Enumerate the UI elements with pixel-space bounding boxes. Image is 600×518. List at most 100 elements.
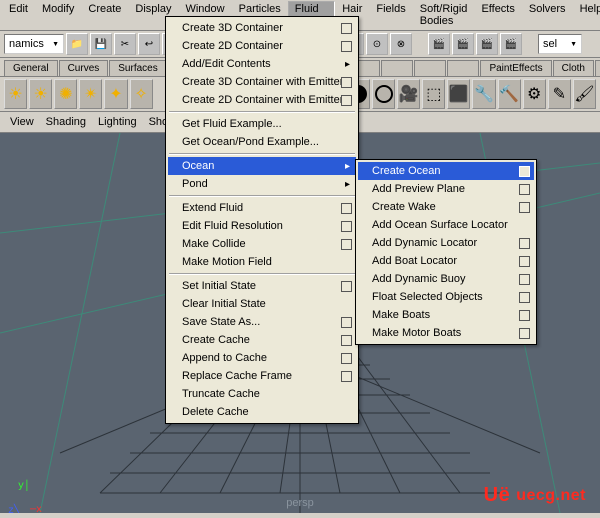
util-icon[interactable]: ⬛ — [447, 79, 470, 109]
options-box-icon[interactable] — [519, 202, 530, 213]
options-box-icon[interactable] — [341, 371, 352, 382]
options-box-icon[interactable] — [519, 184, 530, 195]
menu-item-add-dynamic-buoy[interactable]: Add Dynamic Buoy — [358, 270, 534, 288]
fluid-effects-menu[interactable]: Create 3D ContainerCreate 2D ContainerAd… — [165, 16, 359, 424]
options-box-icon[interactable] — [519, 238, 530, 249]
menu-item-add-ocean-surface-locator[interactable]: Add Ocean Surface Locator — [358, 216, 534, 234]
options-box-icon[interactable] — [341, 239, 352, 250]
snap-icon[interactable]: ⊙ — [366, 33, 388, 55]
tool-icon[interactable]: 📁 — [66, 33, 88, 55]
options-box-icon[interactable] — [341, 335, 352, 346]
util-icon[interactable]: ✎ — [548, 79, 571, 109]
menu-item-add-preview-plane[interactable]: Add Preview Plane — [358, 180, 534, 198]
shelf-tab-blank[interactable] — [381, 60, 413, 76]
shelf-tab-blank[interactable] — [414, 60, 446, 76]
menu-item-make-boats[interactable]: Make Boats — [358, 306, 534, 324]
util-icon[interactable]: ⚙ — [523, 79, 546, 109]
options-box-icon[interactable] — [519, 166, 530, 177]
shelf-tab-surfaces[interactable]: Surfaces — [109, 60, 166, 76]
options-box-icon[interactable] — [341, 23, 352, 34]
menu-item-set-initial-state[interactable]: Set Initial State — [168, 277, 356, 295]
panel-menu-shading[interactable]: Shading — [40, 114, 92, 130]
menu-soft-rigid-bodies[interactable]: Soft/Rigid Bodies — [413, 1, 475, 29]
options-box-icon[interactable] — [341, 77, 352, 88]
shelf-tab-cloth[interactable]: Cloth — [553, 60, 594, 76]
menu-item-create-d-container[interactable]: Create 2D Container — [168, 37, 356, 55]
options-box-icon[interactable] — [519, 256, 530, 267]
shelf-tab-fluids[interactable]: Fluids — [595, 60, 600, 76]
light-icon[interactable]: ✦ — [104, 79, 127, 109]
menu-item-float-selected-objects[interactable]: Float Selected Objects — [358, 288, 534, 306]
tool-icon[interactable]: ✂ — [114, 33, 136, 55]
options-box-icon[interactable] — [341, 203, 352, 214]
snap-icon[interactable]: ⊗ — [390, 33, 412, 55]
light-icon[interactable]: ☀ — [29, 79, 52, 109]
menu-item-truncate-cache[interactable]: Truncate Cache — [168, 385, 356, 403]
menu-item-create-d-container-with-emitter[interactable]: Create 3D Container with Emitter — [168, 73, 356, 91]
options-box-icon[interactable] — [519, 310, 530, 321]
light-icon[interactable]: ✴ — [79, 79, 102, 109]
menu-item-pond[interactable]: Pond — [168, 175, 356, 193]
tool-icon[interactable]: ↩ — [138, 33, 160, 55]
util-icon[interactable]: 🎥 — [397, 79, 420, 109]
shelf-tab-general[interactable]: General — [4, 60, 58, 76]
options-box-icon[interactable] — [519, 274, 530, 285]
tool-icon[interactable]: 💾 — [90, 33, 112, 55]
menu-item-delete-cache[interactable]: Delete Cache — [168, 403, 356, 421]
render-icon[interactable]: 🎬 — [500, 33, 522, 55]
menu-item-make-collide[interactable]: Make Collide — [168, 235, 356, 253]
menu-item-make-motion-field[interactable]: Make Motion Field — [168, 253, 356, 271]
util-icon[interactable]: 🔧 — [472, 79, 495, 109]
menu-item-create-d-container-with-emitter[interactable]: Create 2D Container with Emitter — [168, 91, 356, 109]
util-icon[interactable]: 🔨 — [498, 79, 521, 109]
menu-item-create-d-container[interactable]: Create 3D Container — [168, 19, 356, 37]
menu-item-make-motor-boats[interactable]: Make Motor Boats — [358, 324, 534, 342]
menu-item-get-fluid-example[interactable]: Get Fluid Example... — [168, 115, 356, 133]
panel-menu-view[interactable]: View — [4, 114, 40, 130]
shader-icon[interactable] — [372, 79, 395, 109]
menu-item-create-wake[interactable]: Create Wake — [358, 198, 534, 216]
menu-item-add-boat-locator[interactable]: Add Boat Locator — [358, 252, 534, 270]
options-box-icon[interactable] — [519, 292, 530, 303]
menu-item-add-edit-contents[interactable]: Add/Edit Contents — [168, 55, 356, 73]
menu-item-create-cache[interactable]: Create Cache — [168, 331, 356, 349]
util-icon[interactable]: ⬚ — [422, 79, 445, 109]
menu-item-create-ocean[interactable]: Create Ocean — [358, 162, 534, 180]
render-icon[interactable]: 🎬 — [428, 33, 450, 55]
options-box-icon[interactable] — [341, 317, 352, 328]
menu-item-replace-cache-frame[interactable]: Replace Cache Frame — [168, 367, 356, 385]
menu-item-save-state-as[interactable]: Save State As... — [168, 313, 356, 331]
menu-create[interactable]: Create — [81, 1, 128, 29]
light-icon[interactable]: ✧ — [130, 79, 153, 109]
menu-edit[interactable]: Edit — [2, 1, 35, 29]
menu-modify[interactable]: Modify — [35, 1, 81, 29]
shelf-tab-blank[interactable] — [447, 60, 479, 76]
options-box-icon[interactable] — [519, 328, 530, 339]
menu-item-clear-initial-state[interactable]: Clear Initial State — [168, 295, 356, 313]
render-icon[interactable]: 🎬 — [452, 33, 474, 55]
util-icon[interactable]: 🖌 — [573, 79, 596, 109]
options-box-icon[interactable] — [341, 353, 352, 364]
menu-fields[interactable]: Fields — [369, 1, 412, 29]
light-icon[interactable]: ☀ — [4, 79, 27, 109]
shelf-tab-curves[interactable]: Curves — [59, 60, 109, 76]
menu-item-ocean[interactable]: Ocean — [168, 157, 356, 175]
menu-item-append-to-cache[interactable]: Append to Cache — [168, 349, 356, 367]
render-icon[interactable]: 🎬 — [476, 33, 498, 55]
panel-menu-lighting[interactable]: Lighting — [92, 114, 143, 130]
ocean-submenu[interactable]: Create OceanAdd Preview PlaneCreate Wake… — [355, 159, 537, 345]
menu-item-extend-fluid[interactable]: Extend Fluid — [168, 199, 356, 217]
sel-dropdown[interactable]: sel — [538, 34, 582, 54]
light-icon[interactable]: ✺ — [54, 79, 77, 109]
menu-help[interactable]: Help — [573, 1, 600, 29]
options-box-icon[interactable] — [341, 95, 352, 106]
menu-item-edit-fluid-resolution[interactable]: Edit Fluid Resolution — [168, 217, 356, 235]
options-box-icon[interactable] — [341, 41, 352, 52]
menu-effects[interactable]: Effects — [474, 1, 521, 29]
shelf-tab-painteffects[interactable]: PaintEffects — [480, 60, 551, 76]
mode-dropdown[interactable]: namics — [4, 34, 64, 54]
options-box-icon[interactable] — [341, 221, 352, 232]
menu-item-get-ocean-pond-example[interactable]: Get Ocean/Pond Example... — [168, 133, 356, 151]
menu-item-add-dynamic-locator[interactable]: Add Dynamic Locator — [358, 234, 534, 252]
menu-solvers[interactable]: Solvers — [522, 1, 573, 29]
